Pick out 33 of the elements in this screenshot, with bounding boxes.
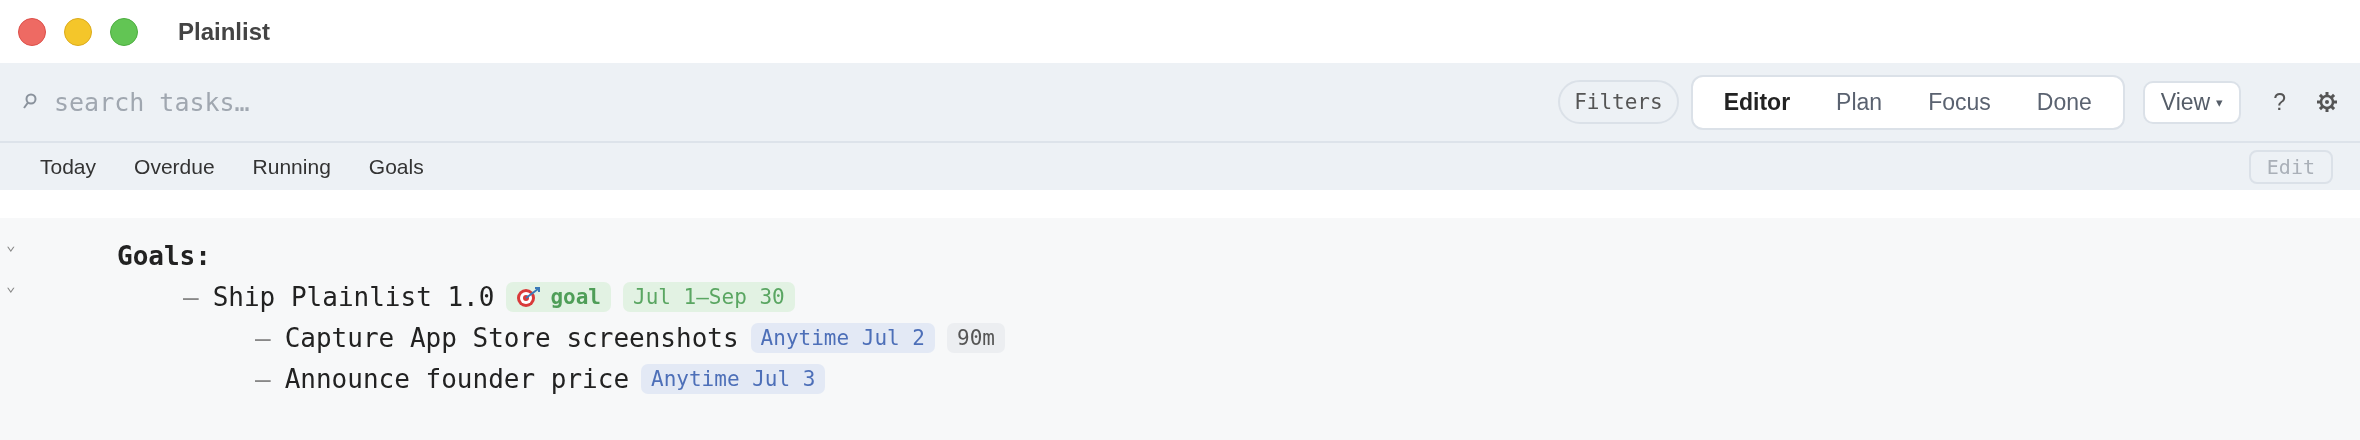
date-tag: Anytime Jul 2 (750, 322, 935, 353)
date-tag: Anytime Jul 3 (641, 363, 826, 394)
task-text: Announce founder price (284, 363, 630, 394)
bullet-dash: – (255, 322, 271, 353)
range-tag: Jul 1–Sep 30 (623, 281, 795, 312)
section-heading: Goals: (117, 240, 211, 271)
chevron-icon[interactable]: ⌄ (6, 276, 16, 295)
close-button[interactable] (18, 17, 46, 46)
search-field[interactable]: search tasks… (52, 86, 652, 118)
view-button[interactable]: View ▾ (2142, 80, 2242, 124)
quick-filter[interactable]: Goals (368, 154, 424, 179)
bullet-dash: – (183, 281, 199, 312)
task-text: Capture App Store screenshots (284, 322, 739, 353)
minimize-button[interactable] (64, 17, 92, 46)
quick-filter[interactable]: Today (40, 154, 97, 179)
window-title: Plainlist (178, 17, 271, 46)
goal-tag: goal (506, 281, 611, 312)
mode-tab[interactable]: Focus (1907, 82, 2012, 122)
zoom-button[interactable] (110, 17, 138, 46)
quick-filter[interactable]: Running (252, 154, 331, 179)
bullet-dash: – (255, 363, 271, 394)
search-icon (22, 93, 38, 111)
duration-tag: 90m (947, 322, 1005, 353)
chevron-icon[interactable]: ⌄ (6, 235, 16, 254)
task-text: Ship Plainlist 1.0 (212, 281, 495, 312)
mode-tab[interactable]: Done (2015, 82, 2113, 122)
quick-filter[interactable]: Overdue (134, 154, 215, 179)
filters-button[interactable]: Filters (1558, 80, 1679, 124)
target-icon (516, 285, 543, 308)
mode-tab[interactable]: Plan (1815, 82, 1904, 122)
mode-tab[interactable]: Editor (1702, 82, 1812, 122)
help-button[interactable]: ? (2267, 88, 2292, 116)
settings-icon[interactable] (2316, 91, 2338, 113)
